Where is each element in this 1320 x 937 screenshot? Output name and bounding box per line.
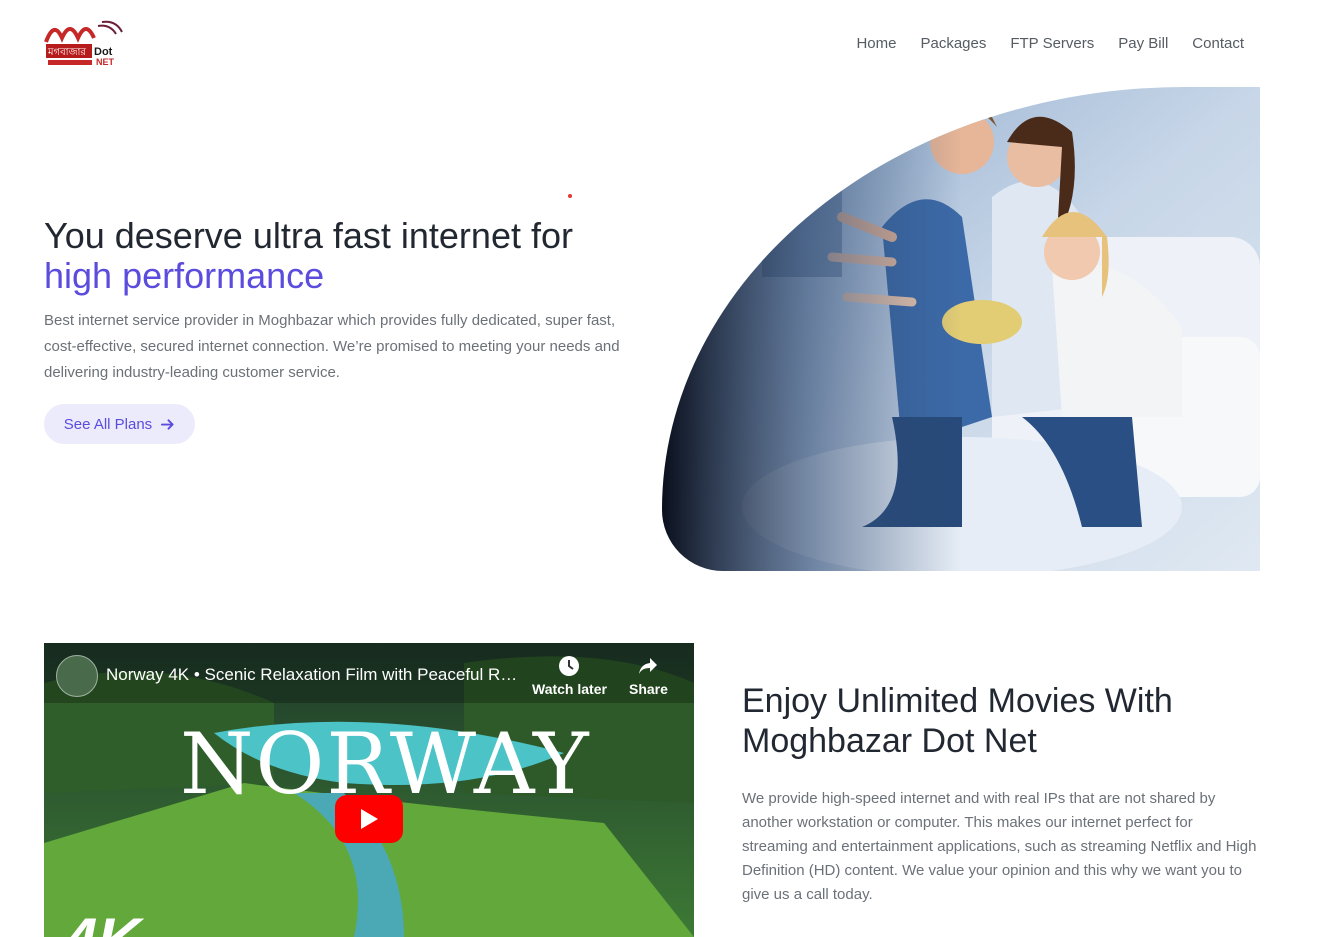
nav-ftp-servers[interactable]: FTP Servers [1010, 34, 1094, 54]
logo[interactable]: মগবাজার Dot NET [44, 18, 126, 68]
share-label: Share [629, 681, 668, 697]
play-icon [361, 809, 378, 829]
hero-title-main: You deserve ultra fast internet for [44, 215, 573, 256]
svg-text:মগবাজার: মগবাজার [47, 47, 86, 58]
nav-pay-bill[interactable]: Pay Bill [1118, 34, 1168, 54]
cta-label: See All Plans [63, 415, 153, 433]
section-title: Enjoy Unlimited Movies With Moghbazar Do… [742, 682, 1173, 760]
watch-later-button[interactable]: Watch later [532, 655, 607, 697]
share-icon [639, 658, 658, 674]
decorative-dot [568, 194, 572, 198]
youtube-video-embed[interactable]: Norway 4K • Scenic Relaxation Film with … [44, 643, 694, 937]
nav-home[interactable]: Home [856, 34, 896, 54]
video-4k-badge: 4K [64, 905, 141, 937]
hero-title: You deserve ultra fast internet for high… [44, 216, 644, 296]
section-description: We provide high-speed internet and with … [742, 790, 1257, 903]
arrow-right-icon [161, 418, 174, 430]
watch-later-label: Watch later [532, 681, 607, 697]
hero-image [662, 87, 1260, 571]
nav-contact[interactable]: Contact [1192, 34, 1244, 54]
see-all-plans-button[interactable]: See All Plans [44, 404, 195, 444]
clock-icon [559, 656, 580, 676]
main-nav: Home Packages FTP Servers Pay Bill Conta… [856, 34, 1244, 54]
hero-title-accent: high performance [44, 255, 325, 296]
play-button[interactable] [335, 795, 403, 843]
share-button[interactable]: Share [629, 655, 668, 697]
video-title[interactable]: Norway 4K • Scenic Relaxation Film with … [106, 665, 526, 685]
nav-packages[interactable]: Packages [920, 34, 986, 54]
hero-description: Best internet service provider in Moghba… [44, 312, 620, 381]
svg-text:NET: NET [96, 57, 115, 67]
channel-avatar[interactable] [56, 655, 98, 697]
